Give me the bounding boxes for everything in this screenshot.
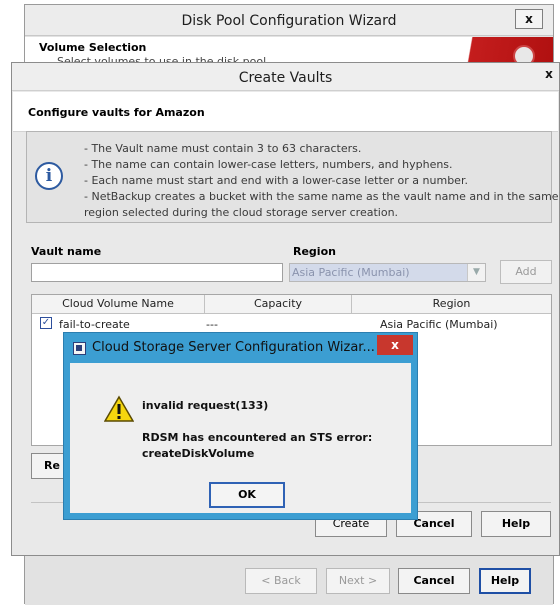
rule-line: region selected during the cloud storage… <box>84 206 399 219</box>
region-selected-value: Asia Pacific (Mumbai) <box>290 264 467 281</box>
ok-button[interactable]: OK <box>209 482 285 508</box>
vault-name-label: Vault name <box>31 245 102 258</box>
wizard-title: Disk Pool Configuration Wizard <box>181 13 397 29</box>
column-header-region[interactable]: Region <box>352 295 551 313</box>
add-button[interactable]: Add <box>500 260 552 284</box>
next-button[interactable]: Next > <box>326 568 390 594</box>
row-region: Asia Pacific (Mumbai) <box>380 318 498 331</box>
create-vaults-close-button[interactable]: x <box>539 65 559 85</box>
rule-line: - Each name must start and end with a lo… <box>84 174 468 187</box>
rule-line: - The Vault name must contain 3 to 63 ch… <box>84 142 362 155</box>
region-label: Region <box>293 245 336 258</box>
row-capacity: --- <box>206 318 218 331</box>
wizard-step-title: Volume Selection <box>39 41 147 54</box>
info-icon: i <box>35 162 63 190</box>
error-dialog-close-button[interactable]: x <box>377 335 413 355</box>
section-title: Configure vaults for Amazon <box>28 106 205 119</box>
table-header: Cloud Volume Name Capacity Region <box>32 295 551 314</box>
warning-icon <box>104 395 134 422</box>
back-button[interactable]: < Back <box>245 568 317 594</box>
wizard-cancel-button[interactable]: Cancel <box>398 568 470 594</box>
column-header-name[interactable]: Cloud Volume Name <box>32 295 205 313</box>
create-vaults-title: Create Vaults <box>238 70 333 86</box>
error-dialog: Cloud Storage Server Configuration Wizar… <box>63 332 418 520</box>
section-header: Configure vaults for Amazon <box>13 92 558 132</box>
create-vaults-titlebar: Create Vaults x <box>12 63 559 91</box>
vault-name-input[interactable] <box>31 263 283 282</box>
row-checkbox[interactable]: ✓ <box>40 317 52 329</box>
error-dialog-title: Cloud Storage Server Configuration Wizar… <box>92 340 375 355</box>
rule-line: - NetBackup creates a bucket with the sa… <box>84 190 559 203</box>
row-volume-name: fail-to-create <box>59 318 130 331</box>
error-code-text: invalid request(133) <box>142 399 269 412</box>
vaults-help-button[interactable]: Help <box>481 511 551 537</box>
error-dialog-body: invalid request(133) RDSM has encountere… <box>70 363 411 513</box>
back-button-label: < Back <box>261 574 301 587</box>
naming-rules-text: - The Vault name must contain 3 to 63 ch… <box>84 141 559 221</box>
chevron-down-icon[interactable]: ▼ <box>467 264 485 281</box>
rule-line: - The name can contain lower-case letter… <box>84 158 453 171</box>
naming-rules-panel: i - The Vault name must contain 3 to 63 … <box>26 131 559 223</box>
error-detail-text: createDiskVolume <box>142 447 255 460</box>
column-header-capacity[interactable]: Capacity <box>205 295 352 313</box>
region-select[interactable]: Asia Pacific (Mumbai) ▼ <box>289 263 486 282</box>
app-icon <box>73 342 86 355</box>
error-message-text: RDSM has encountered an STS error: <box>142 431 373 444</box>
wizard-titlebar: Disk Pool Configuration Wizard x <box>25 5 553 36</box>
wizard-help-button[interactable]: Help <box>479 568 531 594</box>
wizard-close-button[interactable]: x <box>515 9 543 29</box>
error-dialog-titlebar: Cloud Storage Server Configuration Wizar… <box>64 333 417 363</box>
